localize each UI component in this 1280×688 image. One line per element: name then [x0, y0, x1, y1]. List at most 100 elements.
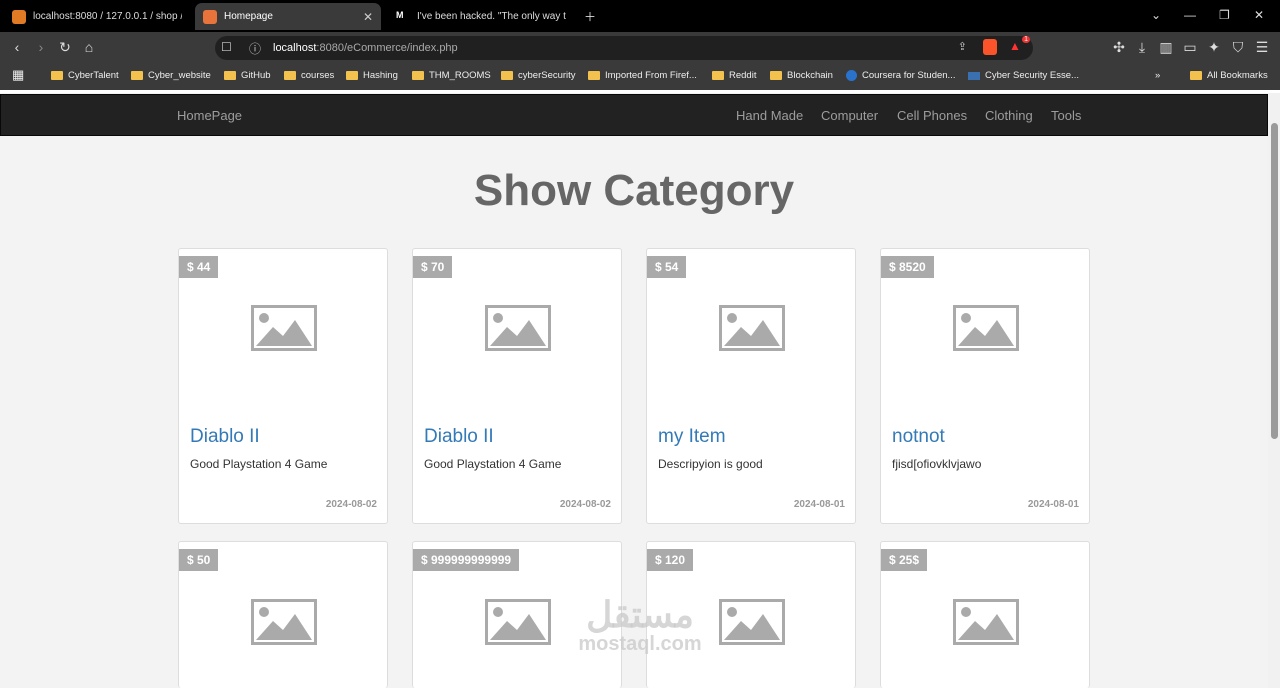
item-name-link[interactable]: notnot — [892, 426, 945, 448]
bookmark-label: cyberSecurity — [518, 70, 576, 81]
phpmyadmin-icon — [12, 9, 26, 24]
downloads-icon[interactable]: ⤓ — [1133, 39, 1151, 56]
item-card[interactable]: $ 8520 notnot fjisd[ofiovklvjawo 2024-08… — [880, 248, 1090, 524]
tab-homepage[interactable]: Homepage ✕ — [195, 3, 381, 30]
folder-icon — [501, 71, 513, 80]
folder-icon — [131, 71, 143, 80]
page-scrollbar[interactable] — [1268, 93, 1280, 688]
bookmark-label: GitHub — [241, 70, 271, 81]
wallet-icon[interactable]: ▭ — [1181, 39, 1199, 56]
bookmark-item[interactable]: Hashing — [346, 70, 398, 81]
brave-shields-icon[interactable] — [983, 39, 997, 55]
bookmark-item[interactable]: THM_ROOMS — [412, 70, 491, 81]
folder-icon — [346, 71, 358, 80]
home-icon[interactable]: ⌂ — [80, 39, 98, 55]
bookmark-label: Blockchain — [787, 70, 833, 81]
nav-computer[interactable]: Computer — [821, 108, 878, 123]
medium-icon: M — [396, 9, 410, 24]
item-card[interactable]: $ 70 Diablo II Good Playstation 4 Game 2… — [412, 248, 622, 524]
more-bookmarks-chevron-icon[interactable]: » — [1155, 70, 1160, 81]
leo-ai-icon[interactable]: ✦ — [1205, 39, 1223, 56]
price-badge: $ 50 — [179, 549, 219, 571]
price-badge: $ 120 — [647, 549, 694, 571]
close-window-button[interactable]: ✕ — [1254, 8, 1264, 22]
nav-hand-made[interactable]: Hand Made — [736, 108, 803, 123]
bookmark-label: Cyber_website — [148, 70, 211, 81]
brand-link[interactable]: HomePage — [177, 108, 242, 123]
image-placeholder-icon — [485, 305, 551, 351]
watermark-latin: mostaql.com — [578, 633, 702, 655]
rewards-badge: 1 — [1022, 36, 1030, 43]
folder-icon — [51, 71, 63, 80]
price-badge: $ 999999999999 — [413, 549, 520, 571]
folder-icon — [712, 71, 724, 80]
image-placeholder-icon — [719, 599, 785, 645]
bookmark-label: Reddit — [729, 70, 757, 81]
item-name-link[interactable]: Diablo II — [424, 426, 494, 448]
item-description: Good Playstation 4 Game — [424, 457, 562, 471]
item-date: 2024-08-02 — [325, 499, 377, 510]
image-placeholder-icon — [719, 305, 785, 351]
price-badge: $ 54 — [647, 256, 687, 278]
menu-icon[interactable]: ☰ — [1253, 39, 1271, 56]
bookmark-item[interactable]: GitHub — [224, 70, 271, 81]
browser-toolbar: ‹ › ↻ ⌂ ☐ ⓘ localhost:8080/eCommerce/ind… — [0, 32, 1280, 64]
nav-clothing[interactable]: Clothing — [985, 108, 1033, 123]
item-name-link[interactable]: Diablo II — [190, 426, 260, 448]
site-navbar: HomePage Hand Made Computer Cell Phones … — [0, 94, 1268, 136]
item-card[interactable]: $ 54 my Item Descripyion is good 2024-08… — [646, 248, 856, 524]
item-card[interactable]: $ 25$ — [880, 541, 1090, 688]
bookmarks-bar: ▦ CyberTalent Cyber_website GitHub cours… — [0, 64, 1280, 90]
all-bookmarks-folder[interactable]: All Bookmarks — [1190, 70, 1268, 81]
mostaql-watermark: مستقل mostaql.com — [560, 597, 720, 656]
bookmark-item[interactable]: CyberTalent — [51, 70, 119, 81]
bookmark-label: Cyber Security Esse... — [985, 70, 1079, 81]
bookmark-item[interactable]: Cyber_website — [131, 70, 211, 81]
bookmark-label: courses — [301, 70, 335, 81]
bookmark-label: Hashing — [363, 70, 398, 81]
cyber-site-icon — [968, 71, 980, 80]
url-host: localhost — [273, 42, 317, 54]
bookmark-item[interactable]: Reddit — [712, 70, 756, 81]
tab-list-chevron-icon[interactable]: ⌄ — [1151, 8, 1161, 22]
sidebar-icon[interactable]: ▥ — [1157, 39, 1175, 56]
tab-medium-article[interactable]: M I've been hacked. "The only way to c — [388, 3, 574, 30]
tab-phpmyadmin[interactable]: localhost:8080 / 127.0.0.1 / shop / u — [4, 3, 190, 30]
forward-icon[interactable]: › — [32, 39, 50, 55]
tab-title: localhost:8080 / 127.0.0.1 / shop / u — [33, 11, 182, 22]
bookmark-label: Imported From Firef... — [605, 70, 697, 81]
address-bar[interactable]: ☐ ⓘ localhost:8080/eCommerce/index.php ⇪… — [215, 36, 1033, 60]
vpn-icon[interactable]: ⛉ — [1229, 39, 1247, 56]
image-placeholder-icon — [953, 305, 1019, 351]
scrollbar-thumb[interactable] — [1271, 123, 1278, 439]
image-placeholder-icon — [485, 599, 551, 645]
nav-cell-phones[interactable]: Cell Phones — [897, 108, 967, 123]
folder-icon — [1190, 71, 1202, 80]
bookmark-item[interactable]: Coursera for Studen... — [846, 70, 955, 81]
back-icon[interactable]: ‹ — [8, 39, 26, 55]
item-card[interactable]: $ 50 — [178, 541, 388, 688]
new-tab-button[interactable]: ＋ — [584, 8, 596, 25]
bookmark-label: Coursera for Studen... — [862, 70, 956, 81]
item-description: Good Playstation 4 Game — [190, 457, 328, 471]
price-badge: $ 25$ — [881, 549, 928, 571]
reload-icon[interactable]: ↻ — [56, 39, 74, 56]
bookmark-item[interactable]: Imported From Firef... — [588, 70, 697, 81]
share-icon[interactable]: ⇪ — [958, 40, 967, 53]
minimize-button[interactable]: — — [1184, 8, 1196, 22]
image-placeholder-icon — [251, 599, 317, 645]
close-tab-icon[interactable]: ✕ — [363, 10, 373, 24]
extensions-icon[interactable]: ✣ — [1110, 39, 1128, 56]
nav-tools[interactable]: Tools — [1051, 108, 1081, 123]
restore-button[interactable]: ❐ — [1219, 8, 1230, 22]
apps-grid-icon[interactable]: ▦ — [12, 67, 24, 83]
bookmark-item[interactable]: courses — [284, 70, 334, 81]
item-name-link[interactable]: my Item — [658, 426, 726, 448]
site-info-icon[interactable]: ⓘ — [249, 40, 261, 57]
item-card[interactable]: $ 44 Diablo II Good Playstation 4 Game 2… — [178, 248, 388, 524]
page-top-edge — [0, 90, 1280, 93]
bookmark-item[interactable]: Blockchain — [770, 70, 833, 81]
bookmark-item[interactable]: cyberSecurity — [501, 70, 576, 81]
bookmark-item[interactable]: Cyber Security Esse... — [968, 70, 1079, 81]
bookmark-page-icon[interactable]: ☐ — [221, 40, 232, 54]
